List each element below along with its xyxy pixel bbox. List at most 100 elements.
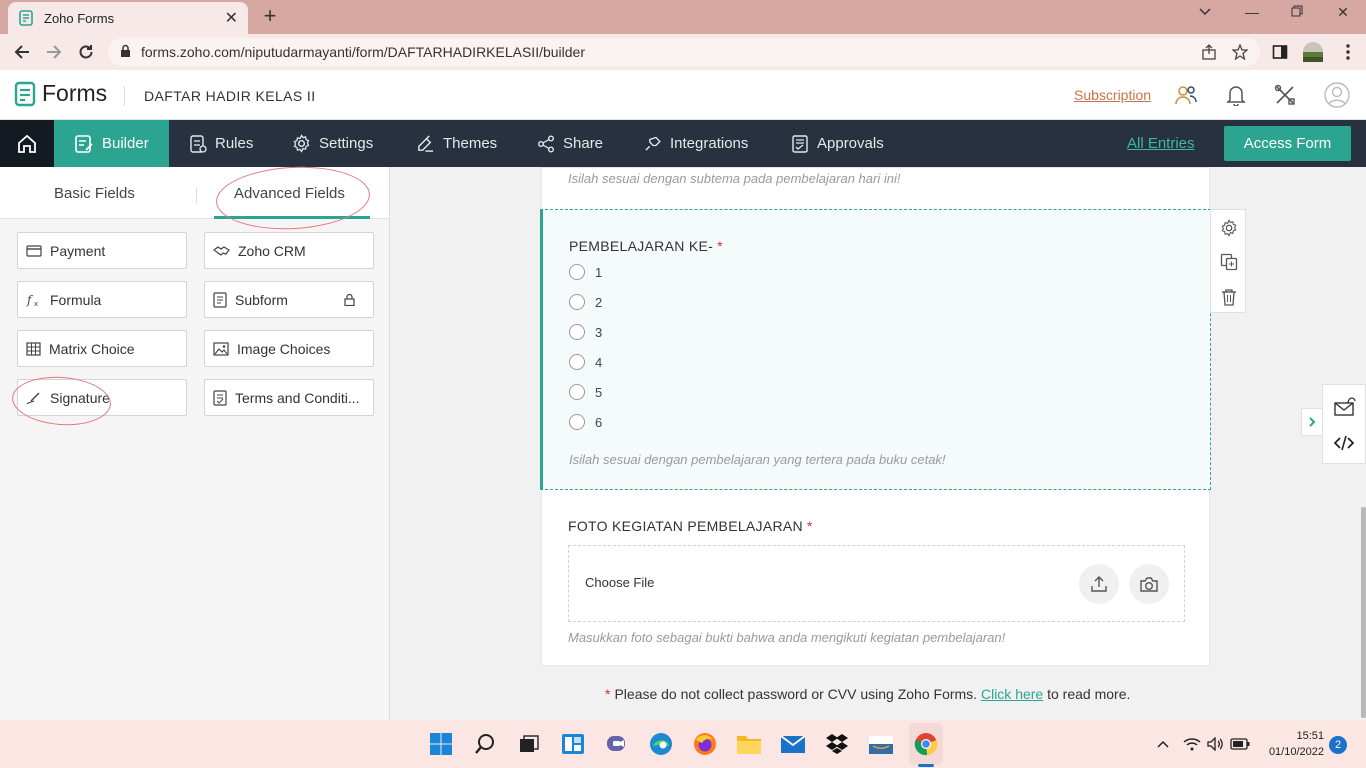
subscription-link[interactable]: Subscription bbox=[1074, 87, 1151, 103]
tab-basic-fields[interactable]: Basic Fields bbox=[54, 185, 135, 202]
forward-arrow-icon[interactable] bbox=[44, 42, 64, 62]
nav-themes[interactable]: Themes bbox=[416, 120, 497, 167]
field-terms-and-conditions[interactable]: Terms and Conditi... bbox=[204, 379, 374, 416]
radio-option[interactable]: 3 bbox=[569, 324, 602, 340]
settings-gear-icon bbox=[293, 134, 310, 153]
field-zoho-crm[interactable]: Zoho CRM bbox=[204, 232, 374, 269]
reload-icon[interactable] bbox=[76, 42, 96, 62]
home-icon[interactable] bbox=[0, 120, 54, 167]
field-formula-label: Formula bbox=[50, 291, 102, 308]
signature-pen-icon bbox=[26, 391, 40, 404]
app-name: Forms bbox=[42, 80, 108, 106]
system-clock[interactable]: 15:51 01/10/2022 bbox=[1262, 728, 1324, 760]
field-image-choices[interactable]: Image Choices bbox=[204, 330, 374, 367]
field-formula[interactable]: fx Formula bbox=[17, 281, 187, 318]
svg-text:f: f bbox=[26, 293, 34, 307]
clock-time: 15:51 bbox=[1296, 730, 1324, 742]
field-label-text: FOTO KEGIATAN PEMBELAJARAN bbox=[568, 518, 803, 534]
back-arrow-icon[interactable] bbox=[12, 42, 32, 62]
profile-avatar[interactable] bbox=[1301, 40, 1325, 64]
radio-button[interactable] bbox=[569, 414, 585, 430]
field-subform[interactable]: Subform bbox=[204, 281, 374, 318]
field-tools bbox=[1210, 209, 1246, 313]
form-title[interactable]: DAFTAR HADIR KELAS II bbox=[144, 88, 316, 104]
url-field[interactable]: forms.zoho.com/niputudarmayanti/form/DAF… bbox=[108, 38, 1260, 66]
amazon-icon[interactable] bbox=[868, 731, 894, 757]
file-upload-field[interactable]: Choose File bbox=[568, 545, 1185, 622]
radio-option[interactable]: 6 bbox=[569, 414, 602, 430]
minimize-icon[interactable]: — bbox=[1242, 4, 1262, 20]
nav-builder[interactable]: Builder bbox=[54, 120, 169, 167]
battery-icon[interactable] bbox=[1229, 731, 1251, 757]
browser-tab[interactable]: Zoho Forms ✕ bbox=[8, 2, 248, 34]
tab-advanced-fields[interactable]: Advanced Fields bbox=[234, 185, 345, 202]
radio-option[interactable]: 4 bbox=[569, 354, 602, 370]
field-matrix-choice[interactable]: Matrix Choice bbox=[17, 330, 187, 367]
all-entries-link[interactable]: All Entries bbox=[1127, 135, 1195, 152]
form-builder-canvas: Isilah sesuai dengan subtema pada pembel… bbox=[391, 167, 1361, 720]
new-tab-icon[interactable]: + bbox=[258, 3, 282, 28]
user-avatar-icon[interactable] bbox=[1324, 82, 1350, 108]
upload-icon[interactable] bbox=[1079, 564, 1119, 604]
selected-field-pembelajaran[interactable]: PEMBELAJARAN KE- * 1 2 3 4 5 6 Isilah ses… bbox=[540, 209, 1211, 490]
choose-file-text[interactable]: Choose File bbox=[585, 575, 654, 590]
email-notification-icon[interactable] bbox=[1334, 396, 1356, 421]
widgets-icon[interactable] bbox=[560, 731, 586, 757]
firefox-icon[interactable] bbox=[692, 731, 718, 757]
radio-option[interactable]: 5 bbox=[569, 384, 602, 400]
share-page-icon[interactable] bbox=[1199, 42, 1219, 62]
side-panel-icon[interactable] bbox=[1270, 42, 1290, 62]
file-explorer-icon[interactable] bbox=[736, 731, 762, 757]
close-window-icon[interactable]: ✕ bbox=[1333, 4, 1353, 21]
nav-settings[interactable]: Settings bbox=[292, 120, 373, 167]
radio-button[interactable] bbox=[569, 264, 585, 280]
click-here-link[interactable]: Click here bbox=[981, 686, 1043, 702]
embed-code-icon[interactable] bbox=[1333, 435, 1355, 456]
windows-start-icon[interactable] bbox=[428, 731, 454, 757]
nav-rules[interactable]: Rules bbox=[189, 120, 253, 167]
search-icon[interactable] bbox=[472, 731, 498, 757]
wifi-icon[interactable] bbox=[1181, 731, 1203, 757]
canvas-scrollbar[interactable] bbox=[1361, 507, 1366, 718]
nav-integrations[interactable]: Integrations bbox=[643, 120, 748, 167]
bookmark-star-icon[interactable] bbox=[1230, 42, 1250, 62]
nav-approvals[interactable]: Approvals bbox=[791, 120, 884, 167]
field-subform-label: Subform bbox=[235, 291, 288, 308]
task-view-icon[interactable] bbox=[516, 731, 542, 757]
field-signature[interactable]: Signature bbox=[17, 379, 187, 416]
radio-button[interactable] bbox=[569, 324, 585, 340]
tools-icon[interactable] bbox=[1272, 82, 1298, 108]
restore-icon[interactable] bbox=[1287, 4, 1307, 20]
bell-icon[interactable] bbox=[1223, 82, 1249, 108]
duplicate-field-icon[interactable] bbox=[1219, 252, 1239, 272]
teams-chat-icon[interactable] bbox=[604, 731, 630, 757]
dropbox-icon[interactable] bbox=[824, 731, 850, 757]
delete-field-trash-icon[interactable] bbox=[1219, 287, 1239, 307]
chevron-right-icon[interactable] bbox=[1301, 408, 1323, 436]
mail-icon[interactable] bbox=[780, 731, 806, 757]
radio-button[interactable] bbox=[569, 294, 585, 310]
radio-button[interactable] bbox=[569, 354, 585, 370]
notification-badge[interactable]: 2 bbox=[1329, 736, 1347, 754]
forms-logo[interactable]: Forms bbox=[14, 80, 107, 107]
image-icon bbox=[213, 341, 229, 356]
nav-rules-label: Rules bbox=[215, 135, 254, 152]
tab-search-icon[interactable] bbox=[1195, 4, 1215, 21]
radio-option[interactable]: 1 bbox=[569, 264, 602, 280]
radio-option[interactable]: 2 bbox=[569, 294, 602, 310]
users-icon[interactable] bbox=[1173, 82, 1199, 108]
radio-button[interactable] bbox=[569, 384, 585, 400]
chevron-up-icon[interactable] bbox=[1153, 731, 1173, 757]
field-payment[interactable]: Payment bbox=[17, 232, 187, 269]
field-hint-foto: Masukkan foto sebagai bukti bahwa anda m… bbox=[568, 630, 1006, 645]
camera-icon[interactable] bbox=[1129, 564, 1169, 604]
close-tab-icon[interactable]: ✕ bbox=[225, 8, 238, 28]
edge-browser-icon[interactable] bbox=[648, 731, 674, 757]
nav-share[interactable]: Share bbox=[537, 120, 603, 167]
chrome-icon[interactable] bbox=[913, 731, 939, 757]
menu-dots-icon[interactable] bbox=[1338, 42, 1358, 62]
volume-icon[interactable] bbox=[1205, 731, 1227, 757]
access-form-button[interactable]: Access Form bbox=[1224, 126, 1351, 161]
field-settings-gear-icon[interactable] bbox=[1219, 218, 1239, 238]
field-panel: Basic Fields Advanced Fields Payment Zoh… bbox=[0, 163, 390, 720]
